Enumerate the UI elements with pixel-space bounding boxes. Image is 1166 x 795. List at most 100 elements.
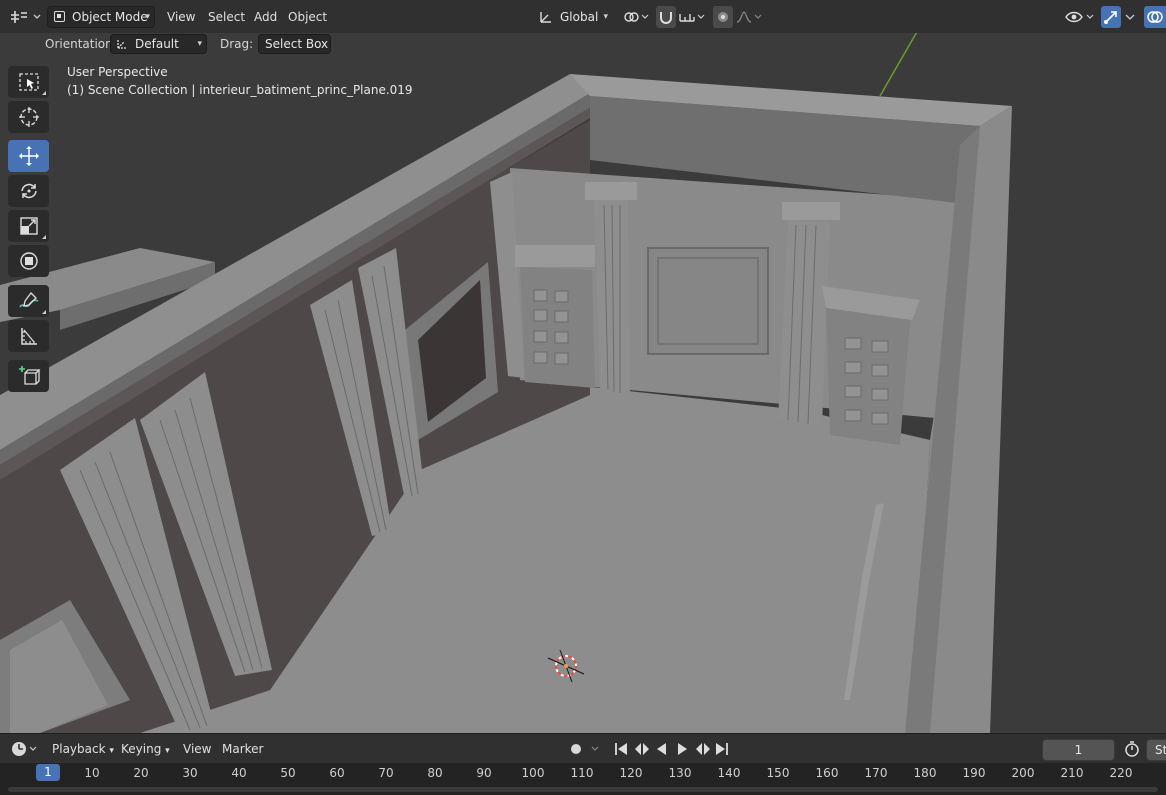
tool-cursor[interactable] (8, 101, 49, 133)
tool-settings-bar: Orientation: Default ▾ Drag: Select Box (0, 33, 1166, 55)
frame-tick: 190 (962, 766, 986, 780)
overlay-toggle[interactable] (1144, 6, 1166, 28)
frame-tick: 40 (231, 766, 247, 780)
record-icon (571, 744, 599, 754)
frame-tick: 110 (570, 766, 594, 780)
snap-increment-icon (679, 14, 705, 22)
mode-dropdown[interactable]: Object Mode ▾ (47, 6, 155, 28)
tool-select-box[interactable] (8, 66, 49, 98)
chevron-down-icon (1125, 14, 1135, 20)
transform-icon (19, 252, 38, 270)
editor-type-button[interactable] (8, 6, 42, 28)
measure-ruler-icon (20, 328, 37, 345)
frame-tick: 70 (378, 766, 394, 780)
current-frame-field[interactable]: 1 (1042, 739, 1115, 761)
annotate-pencil-icon (18, 292, 38, 308)
menu-view[interactable]: View (167, 6, 195, 28)
proportional-edit-toggle[interactable] (713, 6, 733, 28)
eye-icon (1065, 11, 1094, 23)
scene-render (0, 33, 1166, 733)
frame-tick: 180 (913, 766, 937, 780)
playback-label: Playback (52, 742, 106, 756)
play-icon (678, 743, 687, 755)
proportional-edit-icon (718, 12, 728, 22)
3d-viewport[interactable]: Orientation: Default ▾ Drag: Select Box … (0, 33, 1166, 733)
snap-target-dropdown[interactable] (677, 6, 707, 28)
frame-tick: 90 (476, 766, 492, 780)
frame-tick: 170 (864, 766, 888, 780)
falloff-curve-icon (736, 11, 762, 23)
frame-tick: 80 (427, 766, 443, 780)
gizmo-toggle[interactable] (1101, 6, 1121, 28)
perspective-label: User Perspective (67, 65, 168, 79)
start-frame-field[interactable]: St (1146, 739, 1166, 761)
transform-orientation-dropdown[interactable]: Global ▾ (533, 6, 613, 28)
menu-object[interactable]: Object (288, 6, 327, 28)
orientation-axes-icon (117, 40, 126, 49)
chevron-down-icon: ▾ (197, 39, 202, 49)
pivot-point-button[interactable] (620, 6, 650, 28)
playback-controls (612, 738, 732, 760)
gizmo-icon (1104, 11, 1117, 24)
menu-keying[interactable]: Keying ▾ (121, 738, 170, 760)
chevron-down-icon: ▾ (603, 12, 608, 22)
orientation-axes-icon (540, 12, 551, 23)
overlay-icon (1147, 11, 1163, 23)
scale-icon (19, 217, 38, 235)
menu-marker[interactable]: Marker (222, 738, 263, 760)
drag-dropdown[interactable]: Select Box (258, 34, 331, 54)
timeline-header: Playback ▾ Keying ▾ View Marker 1 St (0, 733, 1166, 763)
collection-label: (1) Scene Collection | interieur_batimen… (67, 83, 413, 97)
frame-ruler[interactable]: 1 10 20 30 40 50 60 70 80 90 100 110 120 130 140 150 160… (0, 763, 1166, 795)
orientation-label: Global (560, 10, 599, 24)
tool-move[interactable] (8, 140, 49, 172)
frame-tick: 30 (182, 766, 198, 780)
move-icon (18, 146, 39, 166)
drag-label: Drag: (220, 37, 254, 51)
frame-tick: 140 (717, 766, 741, 780)
drag-value: Select Box (265, 37, 329, 51)
frame-tick: 150 (766, 766, 790, 780)
frame-tick: 20 (133, 766, 149, 780)
frame-tick: 2 (1155, 766, 1166, 780)
auto-keying-toggle[interactable] (566, 738, 604, 760)
tool-scale[interactable] (8, 210, 49, 242)
tool-annotate[interactable] (8, 285, 49, 317)
jump-start-icon (618, 743, 627, 755)
timeline-scrollbar[interactable] (8, 787, 1158, 792)
frame-tick: 130 (668, 766, 692, 780)
falloff-dropdown[interactable] (734, 6, 764, 28)
tool-rotate[interactable] (8, 175, 49, 207)
orientation-dropdown[interactable]: Default ▾ (110, 34, 207, 54)
snap-toggle[interactable] (656, 6, 676, 28)
frame-tick: 50 (280, 766, 296, 780)
current-frame-value: 1 (1074, 743, 1083, 757)
link-icon (624, 12, 649, 22)
timeline-editor-type-button[interactable] (10, 738, 40, 760)
orientation-value: Default (135, 37, 179, 51)
play-reverse-icon (657, 743, 666, 755)
gizmo-dropdown[interactable] (1122, 6, 1138, 28)
keyframe-next-icon (696, 743, 710, 755)
viewport-header: Object Mode ▾ View Select Add Object Glo… (0, 0, 1166, 33)
preview-range-toggle[interactable] (1122, 738, 1142, 760)
frame-tick: 220 (1109, 766, 1133, 780)
tool-transform[interactable] (8, 245, 49, 277)
cursor-icon (18, 107, 39, 127)
menu-add[interactable]: Add (254, 6, 277, 28)
menu-select[interactable]: Select (208, 6, 245, 28)
tool-add-cube[interactable] (8, 360, 49, 392)
frame-tick: 100 (521, 766, 545, 780)
tool-measure[interactable] (8, 320, 49, 352)
menu-timeline-view[interactable]: View (183, 738, 211, 760)
start-frame-label: St (1155, 743, 1166, 757)
menu-playback[interactable]: Playback ▾ (52, 738, 114, 760)
frame-tick: 160 (815, 766, 839, 780)
clock-icon (12, 742, 37, 756)
mode-label: Object Mode (72, 10, 148, 24)
frame-tick: 200 (1011, 766, 1035, 780)
frame-tick: 120 (619, 766, 643, 780)
keyframe-prev-icon (635, 743, 649, 755)
select-box-icon (18, 73, 39, 91)
visibility-dropdown[interactable] (1063, 6, 1097, 28)
